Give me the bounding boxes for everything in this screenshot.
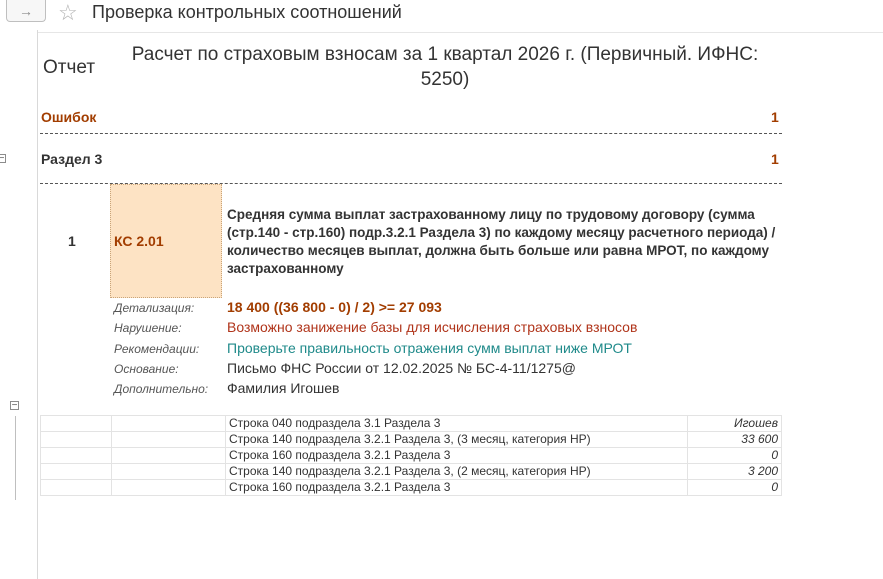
arrow-right-icon: → [19, 3, 33, 19]
row-name: Строка 160 подраздела 3.2.1 Раздела 3 [225, 447, 688, 464]
row-value: 0 [687, 479, 782, 496]
row-value: 33 600 [687, 431, 782, 448]
outline-line [15, 416, 16, 500]
errors-label: Ошибок [41, 109, 97, 125]
check-description: Средняя сумма выплат застрахованному лиц… [227, 207, 776, 276]
errors-count: 1 [771, 109, 779, 125]
additional-value: Фамилия Игошев [227, 380, 340, 396]
row-name: Строка 160 подраздела 3.2.1 Раздела 3 [225, 479, 688, 496]
row-value: 0 [687, 447, 782, 464]
report-title: Расчет по страховым взносам за 1 квартал… [131, 44, 759, 90]
table-row[interactable]: Строка 140 подраздела 3.2.1 Раздела 3, (… [40, 463, 782, 480]
table-cell [40, 415, 112, 432]
row-value: 3 200 [687, 463, 782, 480]
violation-label: Нарушение: [114, 321, 182, 335]
divider [40, 133, 782, 134]
check-code: КС 2.01 [114, 233, 164, 249]
table-cell [111, 415, 226, 432]
basis-value: Письмо ФНС России от 12.02.2025 № БС-4-1… [227, 360, 576, 376]
additional-label: Дополнительно: [114, 382, 209, 396]
minus-box-icon[interactable]: − [10, 401, 19, 411]
title-bar: → ☆ Проверка контрольных соотношений [0, 0, 883, 30]
detail-label: Детализация: [114, 301, 195, 315]
details-table: Строка 040 подраздела 3.1 Раздела 3 Игош… [40, 415, 782, 496]
row-name: Строка 140 подраздела 3.2.1 Раздела 3, (… [225, 463, 688, 480]
check-number: 1 [68, 233, 76, 249]
recommendation-value: Проверьте правильность отражения сумм вы… [227, 340, 632, 356]
table-cell [111, 479, 226, 496]
window-title: Проверка контрольных соотношений [92, 2, 402, 22]
section-label[interactable]: Раздел 3 [41, 151, 102, 167]
section-count: 1 [771, 151, 779, 167]
basis-label: Основание: [114, 362, 179, 376]
table-row[interactable]: Строка 140 подраздела 3.2.1 Раздела 3, (… [40, 431, 782, 448]
table-row[interactable]: Строка 160 подраздела 3.2.1 Раздела 3 0 [40, 447, 782, 464]
table-cell [40, 431, 112, 448]
title-divider [0, 32, 883, 33]
minus-box-icon[interactable]: − [0, 154, 6, 164]
table-cell [111, 431, 226, 448]
outline-gutter [0, 30, 38, 579]
forward-button[interactable]: → [6, 0, 46, 22]
report-label: Отчет [43, 57, 96, 78]
table-row[interactable]: Строка 160 подраздела 3.2.1 Раздела 3 0 [40, 479, 782, 496]
row-value: Игошев [687, 415, 782, 432]
table-cell [111, 463, 226, 480]
table-row[interactable]: Строка 040 подраздела 3.1 Раздела 3 Игош… [40, 415, 782, 432]
violation-value: Возможно занижение базы для исчисления с… [227, 319, 638, 335]
detail-value: 18 400 ((36 800 - 0) / 2) >= 27 093 [227, 299, 442, 315]
recommendation-label: Рекомендации: [114, 342, 200, 356]
row-name: Строка 040 подраздела 3.1 Раздела 3 [225, 415, 688, 432]
row-name: Строка 140 подраздела 3.2.1 Раздела 3, (… [225, 431, 688, 448]
table-cell [40, 463, 112, 480]
table-cell [111, 447, 226, 464]
table-cell [40, 479, 112, 496]
star-icon[interactable]: ☆ [58, 0, 78, 26]
table-cell [40, 447, 112, 464]
